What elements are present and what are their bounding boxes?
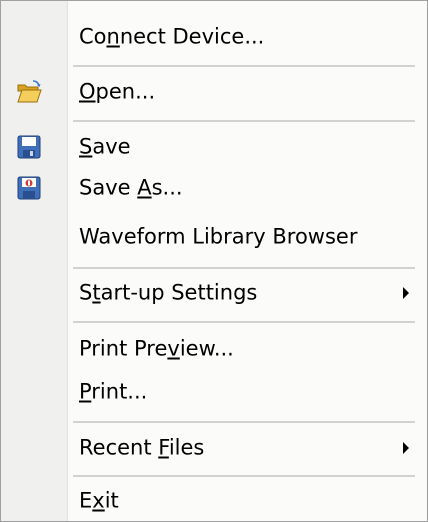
menu-separator	[73, 120, 415, 122]
menu-item-label: Print Preview...	[79, 336, 234, 361]
menu-item-label: Exit	[79, 488, 119, 513]
menu-item-save-as[interactable]: Save As...	[1, 166, 427, 210]
menu-item-label: Save	[79, 134, 131, 159]
file-menu: Connect Device... Open... Save Save As..…	[0, 0, 428, 522]
menu-item-connect-device[interactable]: Connect Device...	[1, 15, 427, 59]
menu-separator	[73, 321, 415, 323]
folder-open-icon	[15, 78, 43, 106]
menu-item-label: Recent Files	[79, 435, 205, 460]
menu-item-exit[interactable]: Exit	[1, 479, 427, 522]
menu-separator	[73, 267, 415, 269]
menu-item-label: Open...	[79, 79, 156, 104]
menu-separator	[73, 65, 415, 67]
menu-item-label: Save As...	[79, 175, 183, 200]
floppy-disk-icon	[15, 133, 43, 161]
menu-item-label: Print...	[79, 379, 148, 404]
floppy-save-as-icon	[15, 174, 43, 202]
menu-item-label: Connect Device...	[79, 24, 265, 49]
submenu-arrow-icon	[403, 442, 409, 454]
menu-separator	[73, 421, 415, 423]
submenu-arrow-icon	[403, 287, 409, 299]
menu-item-print[interactable]: Print...	[1, 370, 427, 414]
menu-item-print-preview[interactable]: Print Preview...	[1, 327, 427, 371]
menu-separator	[73, 475, 415, 477]
menu-item-open[interactable]: Open...	[1, 70, 427, 114]
menu-item-save[interactable]: Save	[1, 125, 427, 169]
menu-item-start-up-settings[interactable]: Start-up Settings	[1, 271, 427, 315]
menu-item-waveform-library-browser[interactable]: Waveform Library Browser	[1, 215, 427, 259]
menu-item-label: Waveform Library Browser	[79, 224, 358, 249]
menu-item-recent-files[interactable]: Recent Files	[1, 426, 427, 470]
menu-item-label: Start-up Settings	[79, 280, 258, 305]
